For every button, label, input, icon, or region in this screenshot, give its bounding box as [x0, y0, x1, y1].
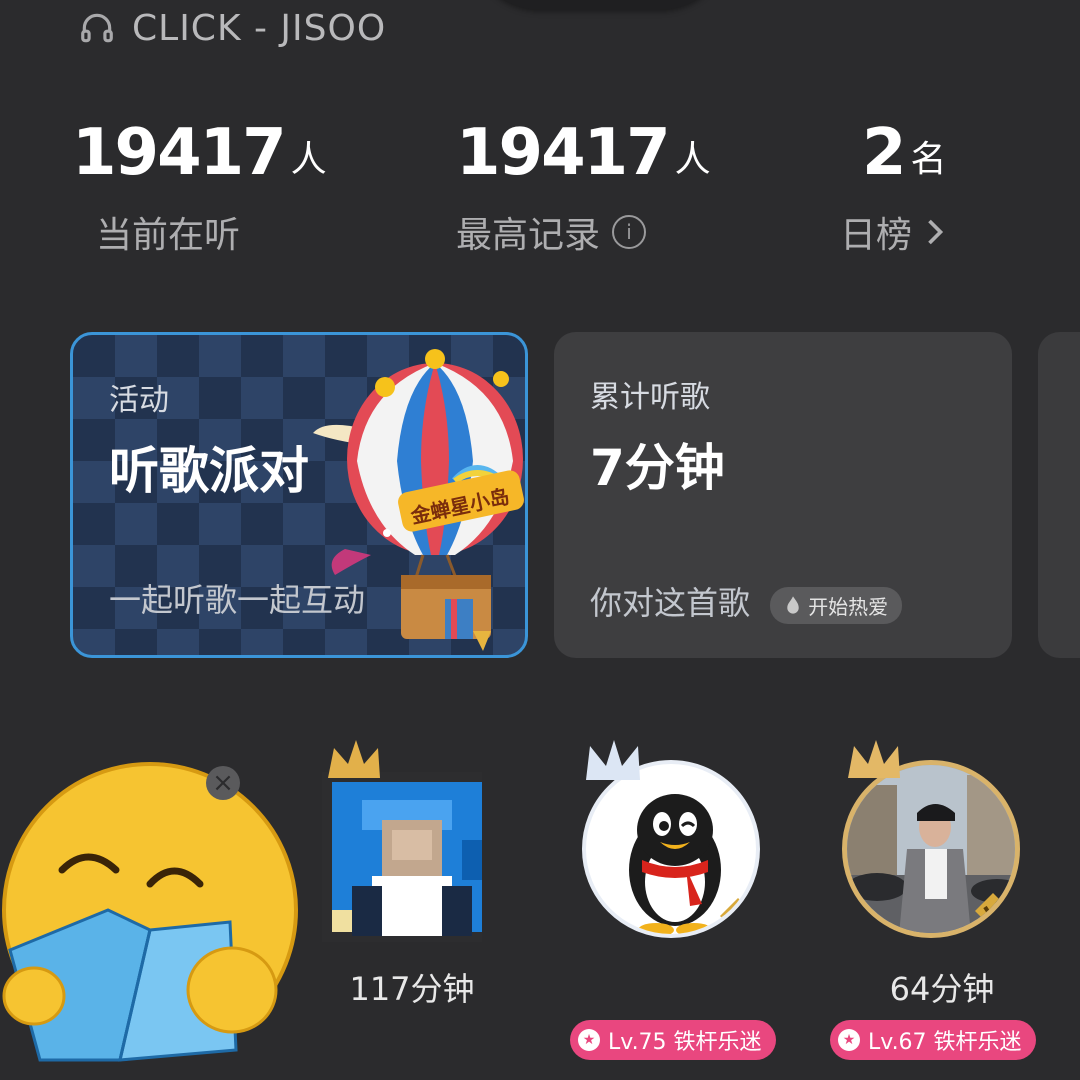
listen-duration: 7分钟 — [590, 439, 725, 497]
flame-icon — [787, 596, 799, 614]
stat-label: 当前在听 — [96, 215, 241, 256]
stat-record: 19417 人 最高记录 i — [456, 118, 756, 258]
chevron-right-icon — [928, 219, 944, 245]
stat-unit: 人 — [290, 139, 327, 180]
crown-gold-icon — [848, 740, 900, 778]
listener-item[interactable]: 64分钟 — [842, 740, 1042, 1010]
stat-value: 2 — [862, 116, 907, 190]
level-badge-label: Lv.67 铁杆乐迷 — [868, 1030, 1022, 1055]
start-loving-label: 开始热爱 — [808, 594, 889, 619]
listener-badge: ★ Lv.75 铁杆乐迷 — [570, 1020, 776, 1060]
start-loving-badge[interactable]: 开始热爱 — [770, 586, 903, 624]
stat-daily-rank[interactable]: 2 名 日榜 — [840, 118, 1040, 258]
listener-item[interactable]: 117分钟 — [312, 740, 512, 1010]
star-icon: ★ — [578, 1029, 600, 1051]
stat-label: 日榜 — [840, 215, 913, 256]
stat-value: 19417 — [72, 116, 287, 190]
crown-gold-icon — [328, 740, 380, 778]
activity-card[interactable]: 活动 听歌派对 一起听歌一起互动 金蝉星小岛 — [70, 332, 528, 658]
stat-unit: 名 — [910, 139, 947, 180]
love-prompt-text: 你对这首歌 — [590, 584, 751, 622]
hot-air-balloon-illustration: 金蝉星小岛 — [313, 349, 524, 651]
stat-unit: 人 — [674, 139, 711, 180]
close-icon[interactable]: × — [206, 766, 240, 800]
pixelated-avatar — [312, 740, 490, 942]
listener-badge: ★ Lv.67 铁杆乐迷 — [830, 1020, 1036, 1060]
listener-minutes: 117分钟 — [349, 970, 475, 1008]
next-card-partial[interactable] — [1038, 332, 1080, 658]
level-badge-label: Lv.75 铁杆乐迷 — [608, 1030, 762, 1055]
listen-time-card[interactable]: 累计听歌 7分钟 你对这首歌 开始热爱 — [554, 332, 1012, 658]
card-kicker: 累计听歌 — [590, 380, 710, 415]
reading-emoji-sticker — [2, 762, 298, 1062]
crown-silver-icon — [586, 740, 640, 780]
card-footer: 你对这首歌 开始热爱 — [590, 578, 903, 624]
song-title: CLICK - JISOO — [132, 7, 387, 49]
stat-value: 19417 — [456, 116, 671, 190]
vip-badge-icon — [720, 898, 756, 934]
card-kicker: 活动 — [109, 383, 169, 418]
listener-item[interactable] — [582, 740, 782, 964]
headphones-icon — [81, 13, 113, 43]
listener-minutes: 64分钟 — [889, 970, 995, 1008]
stat-current-listeners: 19417 人 当前在听 — [72, 118, 372, 258]
vip-badge-icon — [975, 893, 1011, 929]
info-icon[interactable]: i — [612, 215, 647, 249]
star-icon: ★ — [838, 1029, 860, 1051]
card-title: 听歌派对 — [109, 442, 309, 500]
album-disc-edge — [470, 0, 730, 10]
now-playing-row[interactable]: CLICK - JISOO — [78, 6, 386, 50]
stat-label: 最高记录 — [456, 215, 601, 256]
